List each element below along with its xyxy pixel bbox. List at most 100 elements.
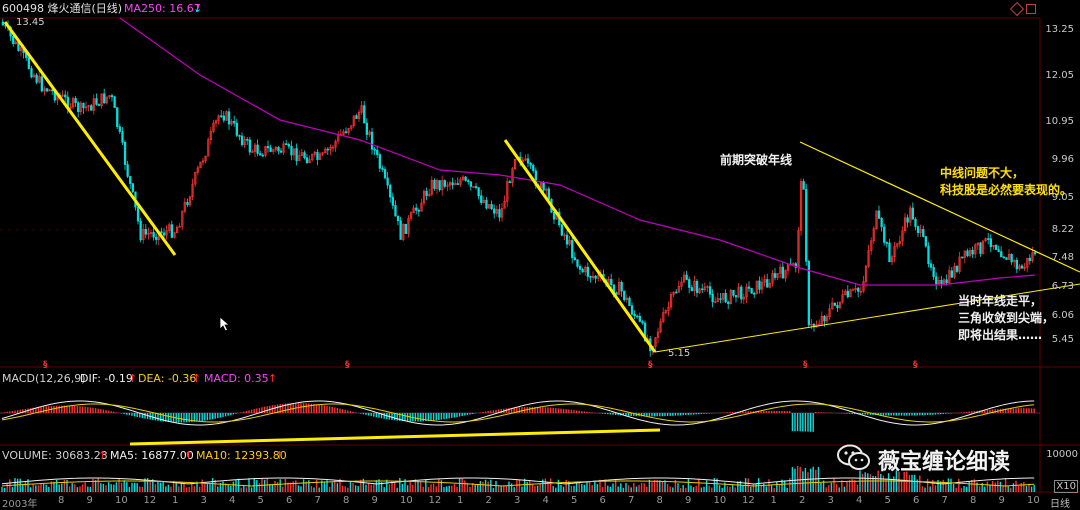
candle-body bbox=[399, 220, 402, 240]
candle-body bbox=[932, 267, 935, 278]
time-axis-year: 2003年 bbox=[2, 499, 38, 510]
candle-body bbox=[383, 169, 387, 179]
candle-body bbox=[576, 259, 579, 267]
candle-body bbox=[711, 293, 714, 303]
candle-body bbox=[113, 96, 116, 108]
time-axis-month: 9 bbox=[998, 495, 1005, 506]
candle-body bbox=[508, 181, 512, 184]
candle-body bbox=[688, 279, 691, 288]
candle-body bbox=[1020, 265, 1024, 269]
candle-body bbox=[542, 182, 545, 191]
event-marker[interactable]: § bbox=[648, 360, 653, 370]
time-axis-month: 4 bbox=[542, 495, 549, 506]
candle-body bbox=[979, 242, 982, 254]
volume-label: VOLUME: 30683.23 bbox=[2, 449, 108, 462]
price-tick: 12.05 bbox=[1045, 70, 1074, 81]
candle-body bbox=[464, 176, 467, 181]
candle-body bbox=[417, 209, 421, 212]
candle-body bbox=[906, 217, 909, 223]
candle-body bbox=[456, 183, 460, 185]
candle-body bbox=[381, 167, 384, 170]
candle-body bbox=[885, 242, 889, 244]
candle-body bbox=[1028, 257, 1032, 261]
time-axis-month: 5 bbox=[884, 495, 891, 506]
time-axis-month: 6 bbox=[913, 495, 920, 506]
square-icon[interactable] bbox=[1026, 4, 1036, 14]
price-tick: 6.73 bbox=[1051, 281, 1074, 292]
volume-ma5-value: MA5: 16877.00 bbox=[110, 449, 194, 462]
period-label[interactable]: 日线 bbox=[1050, 495, 1070, 510]
candle-body bbox=[326, 148, 330, 151]
price-tick: 9.96 bbox=[1051, 154, 1074, 165]
candle-body bbox=[469, 181, 473, 187]
candle-body bbox=[74, 98, 77, 104]
time-axis-month: 4 bbox=[856, 495, 863, 506]
candle-body bbox=[136, 206, 140, 222]
candle-body bbox=[490, 204, 493, 210]
candle-body bbox=[40, 76, 44, 92]
candle-body bbox=[781, 266, 785, 279]
volume-ma10-value: MA10: 12393.80 bbox=[196, 449, 287, 462]
candle-body bbox=[1010, 254, 1013, 263]
candle-body bbox=[365, 122, 369, 135]
time-axis-month: 5 bbox=[257, 495, 264, 506]
volume-arrow-icon: ↑ bbox=[98, 449, 108, 462]
candle-body bbox=[565, 234, 569, 245]
candle-body bbox=[1000, 251, 1003, 258]
candle-body bbox=[971, 250, 974, 255]
macd-macd-arrow-icon: ↑ bbox=[268, 372, 278, 385]
candle-body bbox=[836, 305, 839, 309]
time-axis-month: 12 bbox=[742, 495, 755, 506]
candle-body bbox=[1005, 257, 1008, 260]
candle-body bbox=[708, 286, 712, 295]
candle-body bbox=[846, 290, 850, 298]
candle-body bbox=[248, 139, 252, 153]
time-axis-month: 7 bbox=[628, 495, 635, 506]
candle-body bbox=[877, 210, 881, 219]
candle-body bbox=[305, 157, 309, 164]
candle-body bbox=[773, 273, 777, 278]
candle-body bbox=[927, 245, 930, 265]
candle-body bbox=[911, 207, 915, 220]
event-marker[interactable]: § bbox=[913, 360, 918, 370]
ma250-arrow-icon: ↓ bbox=[193, 2, 203, 15]
candle-body bbox=[287, 144, 291, 147]
candle-body bbox=[261, 154, 265, 157]
candle-body bbox=[805, 189, 808, 262]
candle-body bbox=[493, 208, 496, 214]
time-axis-month: 8 bbox=[656, 495, 663, 506]
candle-body bbox=[279, 150, 283, 153]
candle-body bbox=[30, 68, 33, 78]
macd-dea-value: DEA: -0.36 bbox=[138, 372, 197, 385]
candle-body bbox=[246, 139, 249, 141]
candle-body bbox=[316, 151, 319, 160]
candle-body bbox=[295, 148, 298, 162]
candle-body bbox=[950, 270, 954, 278]
time-axis-month: 1 bbox=[457, 495, 464, 506]
time-axis-month: 10 bbox=[713, 495, 727, 506]
candle-body bbox=[238, 135, 241, 137]
candle-body bbox=[498, 209, 501, 218]
kline-chart[interactable] bbox=[0, 0, 1080, 509]
candle-body bbox=[438, 180, 441, 191]
candle-body bbox=[303, 152, 306, 159]
candle-body bbox=[685, 274, 688, 280]
event-marker[interactable]: § bbox=[803, 360, 808, 370]
watermark-text: 薇宝缠论细读 bbox=[878, 450, 1011, 475]
candle-body bbox=[955, 265, 959, 272]
price-tick: 8.22 bbox=[1051, 224, 1074, 235]
candle-body bbox=[344, 131, 348, 133]
candle-body bbox=[126, 164, 129, 177]
price-tick: 10.95 bbox=[1045, 116, 1074, 127]
volume-ma10-arrow-icon: ↑ bbox=[275, 449, 285, 462]
event-marker[interactable]: § bbox=[43, 360, 48, 370]
candle-body bbox=[802, 181, 805, 190]
candle-body bbox=[376, 149, 379, 155]
candle-body bbox=[227, 111, 231, 125]
candle-body bbox=[467, 180, 470, 183]
candle-body bbox=[240, 135, 244, 146]
low-marker-label: 5.15 bbox=[668, 348, 691, 359]
event-marker[interactable]: § bbox=[345, 360, 350, 370]
candle-body bbox=[474, 186, 478, 188]
annotation-outlook-line1: 中线问题不大， bbox=[940, 166, 1025, 180]
